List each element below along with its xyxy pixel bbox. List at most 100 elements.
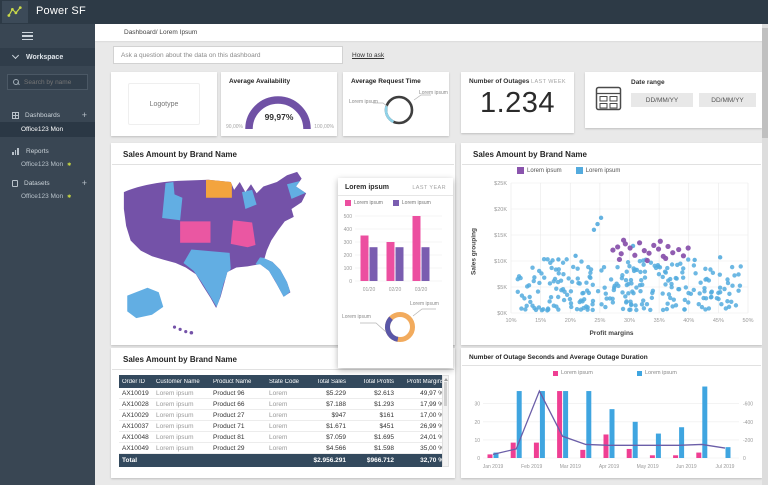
scroll-up-arrow[interactable] bbox=[444, 378, 448, 381]
bar-pink[interactable] bbox=[580, 450, 585, 458]
table-cell: Product 81 bbox=[210, 434, 266, 441]
scatter-point bbox=[633, 303, 637, 307]
sidebar-item-dashboard[interactable]: Office123 Mon bbox=[0, 122, 95, 137]
bar-pink[interactable] bbox=[534, 443, 539, 458]
sidebar-section-reports[interactable]: Reports bbox=[0, 144, 95, 158]
combo-chart[interactable]: 30-60020-40010-20000Jan 2019Feb 2019Mar … bbox=[463, 376, 760, 474]
table-row[interactable]: AX10029Lorem ipsumProduct 27Lorem$947$16… bbox=[119, 410, 447, 421]
sidebar-search-input[interactable] bbox=[24, 79, 84, 86]
bar-pink[interactable] bbox=[557, 391, 562, 458]
bar-series-1[interactable] bbox=[413, 216, 421, 281]
scatter-point bbox=[684, 285, 688, 289]
y-tick: $25K bbox=[494, 181, 507, 187]
y-tick: 200 bbox=[344, 253, 353, 259]
bar-series-2[interactable] bbox=[396, 247, 404, 281]
map-region-texas[interactable] bbox=[184, 250, 231, 309]
table-cell: Lorem ipsum bbox=[153, 423, 210, 430]
bar-blue[interactable] bbox=[586, 391, 591, 458]
how-to-ask-link[interactable]: How to ask bbox=[352, 52, 384, 59]
bar-blue[interactable] bbox=[610, 409, 615, 458]
page-scroll-thumb[interactable] bbox=[762, 28, 768, 138]
map-card-title: Sales Amount by Brand Name bbox=[111, 143, 455, 164]
workspace-selector[interactable]: Workspace bbox=[0, 48, 95, 66]
donut-callout-left: Lorem ipsum bbox=[349, 99, 378, 105]
map-region-missouri[interactable] bbox=[231, 220, 256, 247]
bar-series-2[interactable] bbox=[422, 247, 430, 281]
bar-series-1[interactable] bbox=[361, 236, 369, 282]
scatter-point bbox=[701, 296, 705, 300]
bar-blue[interactable] bbox=[726, 447, 731, 458]
scatter-point bbox=[571, 265, 575, 269]
menu-icon[interactable] bbox=[22, 32, 33, 41]
bar-series-2[interactable] bbox=[370, 247, 378, 281]
scroll-thumb[interactable] bbox=[444, 382, 447, 406]
date-start-field[interactable]: DD/MM/YY bbox=[631, 93, 693, 107]
outages-card: Number of Outages LAST WEEK 1.234 bbox=[461, 72, 574, 133]
scatter-point bbox=[734, 303, 738, 307]
scatter-plot[interactable]: $25K$20K$15K$10K$5K$0K10%15%20%25%30%35%… bbox=[467, 179, 756, 329]
overlay-donut[interactable]: Lorem ipsum Lorem ipsum bbox=[338, 301, 453, 358]
map-region-north-dakota[interactable] bbox=[206, 180, 232, 198]
table-row[interactable]: AX10048Lorem ipsumProduct 81Lorem$7.059$… bbox=[119, 432, 447, 443]
sidebar-item-dataset[interactable]: Office123 Mon ✱ bbox=[0, 189, 95, 204]
sidebar-item-report[interactable]: Office123 Mon ✱ bbox=[0, 157, 95, 172]
bar-series-1[interactable] bbox=[387, 242, 395, 281]
map-region-colorado[interactable] bbox=[180, 221, 210, 242]
left-tick: 0 bbox=[477, 456, 480, 462]
map-region-florida[interactable] bbox=[256, 257, 291, 298]
sidebar-section-dashboards[interactable]: Dashboards + bbox=[0, 108, 95, 122]
table-cell: $451 bbox=[349, 423, 397, 430]
availability-gauge[interactable]: 99,97% 90,00% 100,00% bbox=[221, 91, 337, 136]
bar-pink[interactable] bbox=[650, 455, 655, 458]
scatter-point bbox=[615, 265, 619, 269]
x-tick: 01/20 bbox=[363, 287, 376, 293]
bar-blue[interactable] bbox=[702, 387, 707, 458]
column-chart[interactable]: 500400300200100001/2002/2003/20 bbox=[338, 207, 449, 301]
scatter-point bbox=[619, 251, 624, 256]
legend-label: Lorem ipsum bbox=[586, 168, 621, 174]
qa-question-input[interactable] bbox=[113, 46, 343, 64]
bar-pink[interactable] bbox=[488, 454, 493, 458]
bar-pink[interactable] bbox=[627, 449, 632, 458]
scatter-point bbox=[707, 306, 711, 310]
sales-table[interactable]: Order IDCustomer NameProduct NameState C… bbox=[119, 375, 447, 467]
add-dataset-button[interactable]: + bbox=[82, 179, 87, 188]
app-title: Power SF bbox=[36, 5, 86, 17]
date-end-field[interactable]: DD/MM/YY bbox=[699, 93, 756, 107]
scatter-point bbox=[579, 307, 583, 311]
legend-label: Lorem ipsum bbox=[354, 200, 383, 206]
bar-blue[interactable] bbox=[679, 427, 684, 458]
page-scrollbar[interactable] bbox=[762, 24, 768, 485]
x-tick: Jul 2019 bbox=[716, 464, 735, 470]
bar-blue[interactable] bbox=[563, 391, 568, 458]
bar-pink[interactable] bbox=[696, 453, 701, 458]
table-cell: Product 29 bbox=[210, 445, 266, 452]
app-logo[interactable] bbox=[2, 1, 28, 23]
table-scrollbar[interactable] bbox=[442, 375, 449, 467]
table-row[interactable]: AX10028Lorem ipsumProduct 66Lorem$7.188$… bbox=[119, 399, 447, 410]
request-time-donut[interactable]: Lorem ipsum Lorem ipsum bbox=[343, 89, 449, 138]
sidebar-section-datasets[interactable]: Datasets + bbox=[0, 176, 95, 190]
table-row[interactable]: AX10049Lorem ipsumProduct 29Lorem$4.566$… bbox=[119, 443, 447, 454]
scatter-point bbox=[545, 257, 549, 261]
sidebar-search[interactable] bbox=[7, 74, 88, 90]
bar-pink[interactable] bbox=[604, 434, 609, 458]
table-row[interactable]: AX10037Lorem ipsumProduct 71Lorem$1.671$… bbox=[119, 421, 447, 432]
scatter-card-title: Sales Amount by Brand Name bbox=[461, 143, 762, 164]
bar-pink[interactable] bbox=[673, 455, 678, 458]
right-tick: -400 bbox=[743, 420, 753, 426]
scatter-point bbox=[736, 288, 740, 292]
gauge-min: 90,00% bbox=[226, 124, 243, 130]
us-choropleth-map[interactable] bbox=[116, 169, 341, 339]
map-region-alaska[interactable] bbox=[127, 288, 163, 318]
dashboard-item-label: Office123 Mon bbox=[21, 126, 63, 133]
bar-blue[interactable] bbox=[633, 422, 638, 458]
map-region-hawaii[interactable] bbox=[173, 326, 193, 335]
bar-blue[interactable] bbox=[517, 391, 522, 458]
table-cell: Total bbox=[119, 457, 153, 464]
table-cell: $161 bbox=[349, 412, 397, 419]
scatter-point bbox=[702, 289, 706, 293]
table-row[interactable]: AX10019Lorem ipsumProduct 96Lorem$5.229$… bbox=[119, 388, 447, 399]
add-dashboard-button[interactable]: + bbox=[82, 111, 87, 120]
x-tick: 20% bbox=[565, 318, 576, 324]
